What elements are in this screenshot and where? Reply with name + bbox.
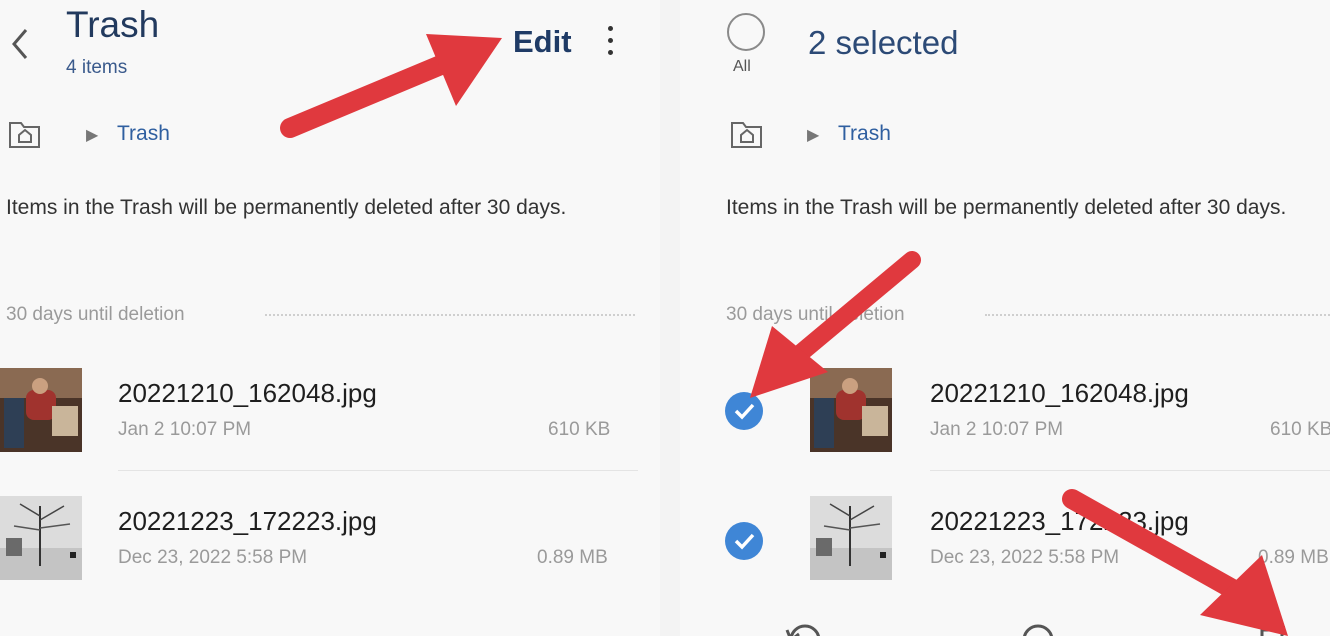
file-date: Jan 2 10:07 PM (930, 419, 1064, 440)
select-all-label: All (733, 58, 751, 75)
file-thumbnail (0, 368, 82, 452)
file-date: Dec 23, 2022 5:58 PM (118, 547, 308, 568)
breadcrumb-separator-icon: ▶ (86, 127, 99, 144)
row-divider (118, 470, 638, 471)
check-icon (734, 403, 755, 420)
section-header: 30 days until deletion (726, 304, 905, 325)
section-header: 30 days until deletion (6, 304, 185, 325)
check-icon (734, 533, 755, 550)
row-divider (930, 470, 1330, 471)
back-arrow-icon[interactable] (6, 24, 34, 64)
file-name: 20221210_162048.jpg (118, 378, 377, 408)
select-all-checkbox[interactable] (727, 13, 765, 51)
file-thumbnail (0, 496, 82, 580)
file-name: 20221210_162048.jpg (930, 378, 1189, 408)
panel-divider (660, 0, 680, 636)
file-name: 20221223_172223.jpg (118, 506, 377, 536)
file-size: 0.89 MB (1258, 547, 1329, 568)
section-divider (985, 314, 1330, 316)
info-icon[interactable] (1020, 622, 1056, 636)
file-thumbnail (810, 368, 892, 452)
file-date: Jan 2 10:07 PM (118, 419, 252, 440)
file-size: 610 KB (1270, 419, 1330, 440)
section-divider (265, 314, 635, 316)
deletion-notice: Items in the Trash will be permanently d… (6, 196, 567, 219)
trash-screen-normal: Trash 4 items Edit ▶ Trash Items in the … (0, 0, 660, 636)
delete-icon[interactable] (1255, 620, 1289, 636)
selection-count-title: 2 selected (808, 24, 959, 61)
file-size: 0.89 MB (537, 547, 608, 568)
edit-button[interactable]: Edit (513, 24, 572, 60)
file-name: 20221223_172223.jpg (930, 506, 1189, 536)
file-row[interactable]: 20221210_162048.jpg Jan 2 10:07 PM 610 K… (680, 360, 1330, 456)
file-date: Dec 23, 2022 5:58 PM (930, 547, 1120, 568)
more-options-icon[interactable] (600, 22, 620, 62)
row-checkbox[interactable] (725, 522, 763, 560)
page-title: Trash (66, 4, 160, 45)
restore-icon[interactable] (785, 622, 825, 636)
file-row[interactable]: 20221223_172223.jpg Dec 23, 2022 5:58 PM… (680, 488, 1330, 584)
breadcrumb-separator-icon: ▶ (807, 127, 820, 144)
breadcrumb-trash[interactable]: Trash (838, 122, 891, 146)
file-thumbnail (810, 496, 892, 580)
annotation-arrow-to-edit (280, 34, 502, 138)
home-folder-icon[interactable] (730, 118, 764, 150)
deletion-notice: Items in the Trash will be permanently d… (726, 196, 1287, 219)
file-row[interactable]: 20221210_162048.jpg Jan 2 10:07 PM 610 K… (0, 360, 640, 456)
home-folder-icon[interactable] (8, 118, 42, 150)
file-row[interactable]: 20221223_172223.jpg Dec 23, 2022 5:58 PM… (0, 488, 640, 584)
file-size: 610 KB (548, 419, 611, 440)
item-count: 4 items (66, 57, 128, 78)
row-checkbox[interactable] (725, 392, 763, 430)
trash-screen-selection: All 2 selected ▶ Trash Items in the Tras… (680, 0, 1330, 636)
breadcrumb-trash[interactable]: Trash (117, 122, 170, 146)
